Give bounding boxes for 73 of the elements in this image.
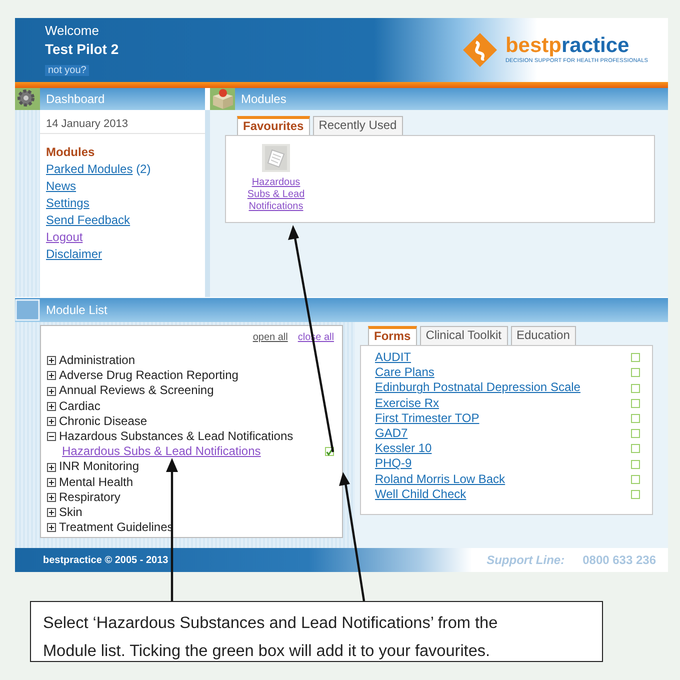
dashboard-link[interactable]: News xyxy=(46,179,76,193)
dashboard-link[interactable]: Modules xyxy=(46,145,95,159)
expand-icon[interactable] xyxy=(47,462,56,472)
form-link[interactable]: Well Child Check xyxy=(375,486,466,502)
tab[interactable]: Favourites xyxy=(237,116,310,135)
expand-icon[interactable] xyxy=(47,478,56,487)
checkbox[interactable] xyxy=(631,460,640,469)
not-you-link[interactable]: not you? xyxy=(45,65,90,76)
dashboard-link[interactable]: Send Feedback xyxy=(46,213,130,227)
form-link[interactable]: First Trimester TOP xyxy=(375,410,480,426)
module-link[interactable]: Hazardous Subs & Lead Notifications xyxy=(62,444,261,460)
brand-name: bestpractice xyxy=(505,34,630,57)
notepad-icon xyxy=(262,144,290,172)
tab[interactable]: Education xyxy=(510,326,576,345)
expand-icon[interactable] xyxy=(47,371,56,380)
expand-icon[interactable] xyxy=(47,492,56,502)
tree-item[interactable]: Skin xyxy=(59,505,82,520)
checkbox[interactable] xyxy=(631,414,640,423)
support-label: Support Line: xyxy=(486,552,565,569)
checkbox[interactable] xyxy=(631,474,640,484)
tree-item[interactable]: Adverse Drug Reaction Reporting xyxy=(59,368,238,384)
support-number: 0800 633 236 xyxy=(582,552,656,569)
form-link[interactable]: AUDIT xyxy=(375,350,411,366)
tree-item[interactable]: Respiratory xyxy=(59,490,120,506)
box-icon xyxy=(210,88,235,110)
checkbox[interactable] xyxy=(631,398,640,408)
tree-item[interactable]: Mental Health xyxy=(59,474,134,490)
user-name: Test Pilot 2 xyxy=(45,40,119,59)
checkbox[interactable] xyxy=(631,429,640,438)
tree-item[interactable]: Chronic Disease xyxy=(59,414,148,430)
tab[interactable]: Recently Used xyxy=(312,116,403,135)
tab[interactable]: Clinical Toolkit xyxy=(420,326,508,345)
dashboard-link[interactable]: Logout xyxy=(46,230,83,244)
collapse-icon[interactable] xyxy=(47,432,56,442)
callout-text: Select ‘Hazardous Substances and Lead Notifications’ from the Module list. Ticking the green box will add it to your favourites. xyxy=(30,601,603,662)
panel-title: Module List xyxy=(46,302,108,319)
square-icon xyxy=(15,299,40,321)
checkbox[interactable] xyxy=(631,384,640,392)
form-link[interactable]: PHQ-9 xyxy=(375,456,412,472)
date-text: 14 January 2013 xyxy=(40,110,205,134)
open-all-link[interactable]: open all xyxy=(252,330,288,345)
panel-title: Modules xyxy=(241,91,286,108)
dashboard-link[interactable]: Disclaimer xyxy=(46,247,102,261)
dashboard-link[interactable]: Parked Modules xyxy=(46,162,133,176)
panel-title: Dashboard xyxy=(46,91,105,108)
expand-icon[interactable] xyxy=(47,523,56,532)
checkbox[interactable] xyxy=(631,444,640,454)
form-link[interactable]: Edinburgh Postnatal Depression Scale xyxy=(375,380,580,396)
favourite-link[interactable]: Hazardous Subs & Lead Notifications xyxy=(240,177,312,213)
gear-icon xyxy=(15,88,40,110)
tree-item[interactable]: Administration xyxy=(59,353,136,368)
checkbox[interactable] xyxy=(631,353,640,362)
form-link[interactable]: Roland Morris Low Back xyxy=(375,472,506,487)
tree-item[interactable]: Hazardous Substances & Lead Notifications xyxy=(59,429,294,444)
tree-item[interactable]: Cardiac xyxy=(59,398,100,414)
expand-icon[interactable] xyxy=(47,508,56,518)
expand-icon[interactable] xyxy=(47,416,56,426)
expand-icon[interactable] xyxy=(47,356,56,366)
form-link[interactable]: Kessler 10 xyxy=(375,441,432,456)
form-link[interactable]: Exercise Rx xyxy=(375,396,440,411)
expand-icon[interactable] xyxy=(47,402,56,411)
checkbox[interactable] xyxy=(631,368,640,378)
copyright-text: bestpractice © 2005 - 2013 xyxy=(43,554,168,568)
tab[interactable]: Forms xyxy=(368,326,417,345)
checkbox[interactable] xyxy=(631,490,640,499)
tree-item[interactable]: INR Monitoring xyxy=(59,459,140,475)
dashboard-link[interactable]: Settings xyxy=(46,196,90,210)
count-text: (2) xyxy=(136,162,151,176)
welcome-text: Welcome xyxy=(45,22,100,39)
form-link[interactable]: GAD7 xyxy=(375,426,408,442)
form-link[interactable]: Care Plans xyxy=(375,365,434,380)
tree-item[interactable]: Annual Reviews & Screening xyxy=(59,383,214,399)
expand-icon[interactable] xyxy=(47,386,56,396)
